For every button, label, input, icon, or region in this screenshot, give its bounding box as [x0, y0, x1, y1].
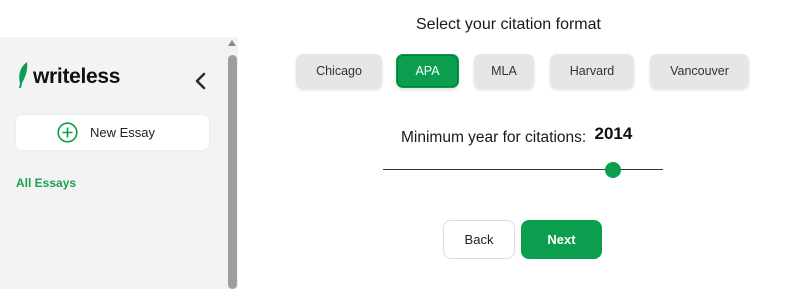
page-title: Select your citation format	[416, 16, 601, 33]
format-option-apa[interactable]: APA	[396, 54, 459, 88]
min-year-label: Minimum year for citations: 2014	[401, 124, 633, 147]
scroll-up-arrow-icon[interactable]	[228, 40, 236, 46]
year-slider-handle[interactable]	[605, 162, 621, 178]
new-essay-label: New Essay	[90, 125, 156, 140]
min-year-text: Minimum year for citations:	[401, 129, 587, 146]
new-essay-button[interactable]: New Essay	[16, 115, 209, 150]
next-button[interactable]: Next	[521, 220, 602, 259]
sidebar: writeless New Essay All Essays	[0, 37, 227, 289]
min-year-value: 2014	[594, 124, 633, 143]
collapse-sidebar-button[interactable]	[191, 71, 209, 91]
scrollbar-thumb[interactable]	[228, 55, 237, 289]
brand-name: writeless	[33, 65, 121, 88]
back-button[interactable]: Back	[443, 220, 515, 259]
chevron-left-icon	[195, 72, 206, 90]
feather-leaf-icon	[19, 62, 28, 88]
format-option-chicago[interactable]: Chicago	[296, 54, 382, 88]
plus-circle-icon	[57, 122, 78, 143]
format-option-mla[interactable]: MLA	[474, 54, 534, 88]
format-option-vancouver[interactable]: Vancouver	[650, 54, 749, 88]
sidebar-item-all-essays[interactable]: All Essays	[16, 176, 76, 190]
format-option-harvard[interactable]: Harvard	[550, 54, 634, 88]
year-slider-track[interactable]	[383, 169, 663, 170]
brand-logo: writeless	[16, 61, 120, 89]
